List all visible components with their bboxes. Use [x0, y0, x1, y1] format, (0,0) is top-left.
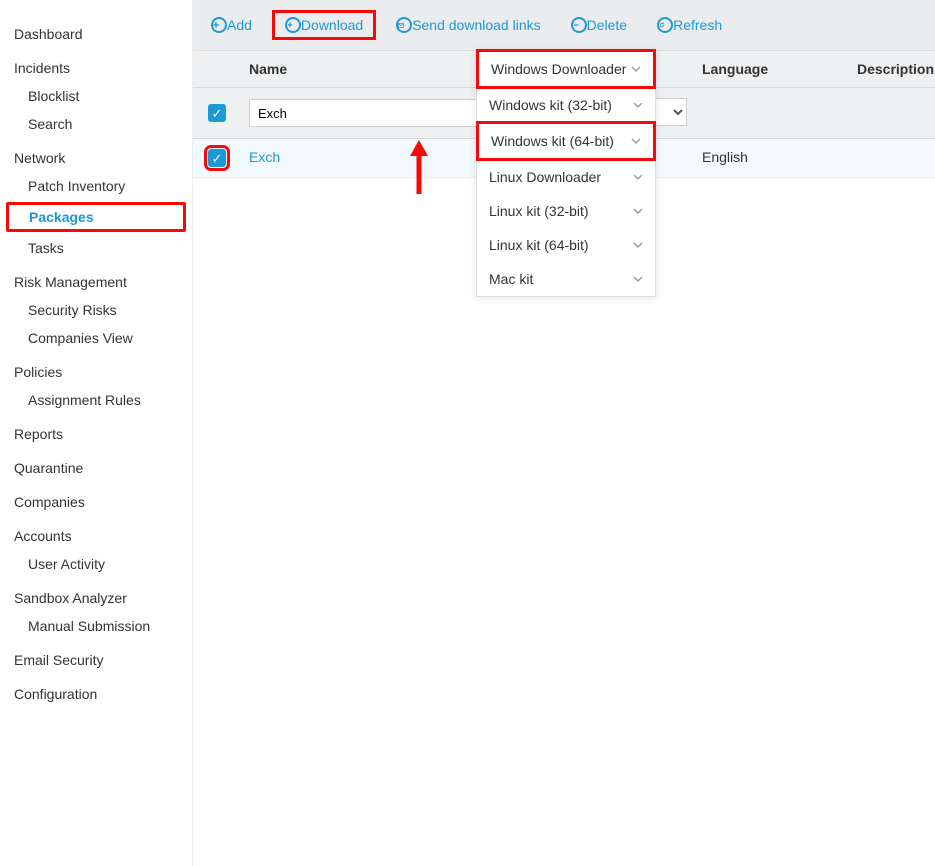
nav-patch-inventory[interactable]: Patch Inventory — [0, 172, 192, 200]
row-name-link[interactable]: Exch — [249, 149, 280, 165]
nav-quarantine[interactable]: Quarantine — [0, 448, 192, 482]
delete-label: Delete — [587, 17, 627, 33]
chevron-down-icon — [633, 99, 643, 111]
delete-button[interactable]: Delete — [561, 13, 637, 37]
nav-dashboard[interactable]: Dashboard — [0, 14, 192, 48]
chevron-down-icon — [631, 135, 641, 147]
plus-icon — [211, 17, 227, 33]
download-button[interactable]: Download — [272, 10, 376, 40]
nav-user-activity[interactable]: User Activity — [0, 550, 192, 578]
nav-blocklist[interactable]: Blocklist — [0, 82, 192, 110]
row-description — [849, 139, 935, 177]
download-option[interactable]: Windows Downloader — [476, 49, 656, 89]
nav-packages[interactable]: Packages — [6, 202, 186, 232]
send-links-button[interactable]: Send download links — [386, 13, 550, 37]
add-button[interactable]: Add — [201, 13, 262, 37]
download-dropdown: Windows Downloader Windows kit (32-bit) Wi… — [476, 49, 656, 297]
refresh-button[interactable]: Refresh — [647, 13, 732, 37]
nav-assignment-rules[interactable]: Assignment Rules — [0, 386, 192, 414]
download-option[interactable]: Linux kit (64-bit) — [477, 228, 655, 262]
download-option-label: Windows kit (32-bit) — [489, 97, 612, 113]
chevron-down-icon — [631, 63, 641, 75]
column-description[interactable]: Description — [849, 51, 935, 87]
main-content: Add Download Send download links Delete — [193, 0, 935, 866]
download-label: Download — [301, 17, 363, 33]
download-icon — [285, 17, 301, 33]
download-option-label: Linux kit (64-bit) — [489, 237, 589, 253]
chevron-down-icon — [633, 205, 643, 217]
nav-companies[interactable]: Companies — [0, 482, 192, 516]
download-option-label: Linux kit (32-bit) — [489, 203, 589, 219]
row-language: English — [694, 139, 849, 177]
sidebar: DashboardIncidentsBlocklistSearchNetwork… — [0, 0, 193, 866]
download-option[interactable]: Windows kit (32-bit) — [477, 88, 655, 122]
download-option[interactable]: Windows kit (64-bit) — [476, 121, 656, 161]
download-option-label: Windows Downloader — [491, 61, 626, 77]
send-links-label: Send download links — [412, 17, 540, 33]
column-language[interactable]: Language — [694, 51, 849, 87]
nav-tasks[interactable]: Tasks — [0, 234, 192, 262]
nav-sandbox-analyzer[interactable]: Sandbox Analyzer — [0, 578, 192, 612]
select-all-checkbox[interactable] — [208, 104, 226, 122]
nav-search[interactable]: Search — [0, 110, 192, 138]
download-option-label: Mac kit — [489, 271, 533, 287]
nav-manual-submission[interactable]: Manual Submission — [0, 612, 192, 640]
nav-configuration[interactable]: Configuration — [0, 674, 192, 708]
nav-network[interactable]: Network — [0, 138, 192, 172]
add-label: Add — [227, 17, 252, 33]
nav-security-risks[interactable]: Security Risks — [0, 296, 192, 324]
nav-companies-view[interactable]: Companies View — [0, 324, 192, 352]
chevron-down-icon — [633, 239, 643, 251]
mail-icon — [396, 17, 412, 33]
download-option[interactable]: Linux Downloader — [477, 160, 655, 194]
nav-policies[interactable]: Policies — [0, 352, 192, 386]
chevron-down-icon — [633, 273, 643, 285]
download-option[interactable]: Linux kit (32-bit) — [477, 194, 655, 228]
refresh-icon — [657, 17, 673, 33]
nav-reports[interactable]: Reports — [0, 414, 192, 448]
download-option-label: Linux Downloader — [489, 169, 601, 185]
row-checkbox[interactable] — [208, 149, 226, 167]
refresh-label: Refresh — [673, 17, 722, 33]
download-option-label: Windows kit (64-bit) — [491, 133, 614, 149]
download-option[interactable]: Mac kit — [477, 262, 655, 296]
nav-incidents[interactable]: Incidents — [0, 48, 192, 82]
toolbar: Add Download Send download links Delete — [193, 0, 935, 51]
nav-accounts[interactable]: Accounts — [0, 516, 192, 550]
nav-risk-management[interactable]: Risk Management — [0, 262, 192, 296]
chevron-down-icon — [633, 171, 643, 183]
minus-icon — [571, 17, 587, 33]
nav-email-security[interactable]: Email Security — [0, 640, 192, 674]
